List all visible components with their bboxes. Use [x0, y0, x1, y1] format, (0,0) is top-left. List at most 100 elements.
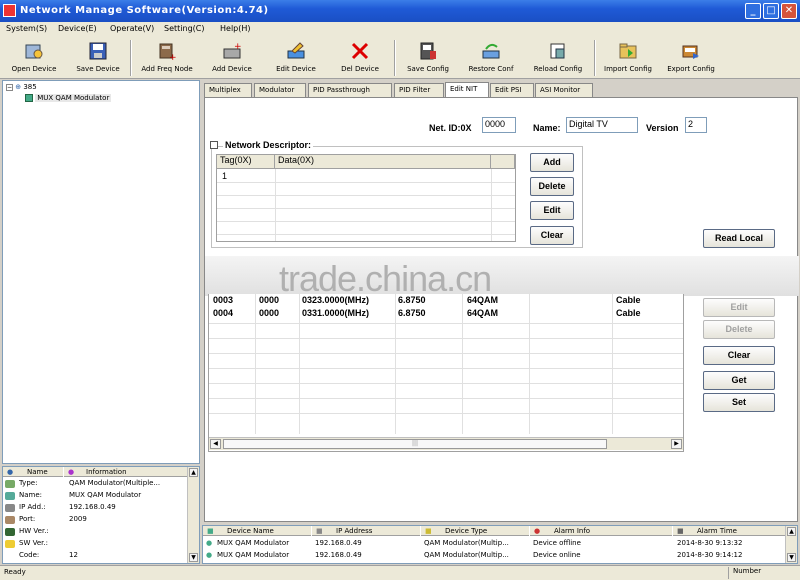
menu-setting[interactable]: Setting(C): [164, 24, 204, 33]
descriptor-clear-button[interactable]: Clear: [530, 226, 574, 245]
edit-device-icon: [286, 41, 306, 61]
close-button[interactable]: ✕: [781, 3, 797, 19]
grid-line: [217, 195, 515, 196]
table-row[interactable]: 0003 0000 0323.0000(MHz) 6.8750 64QAM Ca…: [209, 294, 683, 307]
scroll-down-icon[interactable]: ▼: [787, 553, 796, 562]
log-scrollbar[interactable]: ▲ ▼: [785, 526, 797, 563]
descriptor-edit-button[interactable]: Edit: [530, 201, 574, 220]
save-device-button[interactable]: Save Device: [72, 39, 124, 77]
save-config-button[interactable]: Save Config: [400, 39, 456, 77]
grid-line: [209, 398, 683, 399]
tab-modulator[interactable]: Modulator: [254, 83, 306, 97]
tab-edit-nit[interactable]: Edit NIT: [445, 82, 489, 98]
scroll-down-icon[interactable]: ▼: [189, 553, 198, 562]
tab-asi-monitor[interactable]: ASI Monitor: [535, 83, 593, 97]
descriptor-add-button[interactable]: Add: [530, 153, 574, 172]
log-row[interactable]: ● MUX QAM Modulator 192.168.0.49 QAM Mod…: [203, 551, 785, 563]
menu-device[interactable]: Device(E): [58, 24, 97, 33]
set-button[interactable]: Set: [703, 393, 775, 412]
tree-item-mux-qam-modulator[interactable]: MUX QAM Modulator: [25, 94, 112, 102]
del-device-button[interactable]: Del Device: [334, 39, 386, 77]
name-input[interactable]: Digital TV: [566, 117, 638, 133]
grid-line: [275, 169, 276, 241]
descriptor-header-tag[interactable]: Tag(0X): [217, 155, 275, 169]
net-id-input[interactable]: 0000: [482, 117, 516, 133]
scroll-thumb[interactable]: |||: [223, 439, 607, 449]
info-header-name[interactable]: ● Name: [3, 467, 63, 477]
scroll-left-icon[interactable]: ◀: [210, 439, 221, 449]
sw-icon: [5, 540, 15, 548]
ip-header-icon: ■: [316, 527, 323, 535]
ts-delete-button[interactable]: Delete: [703, 320, 775, 339]
add-device-button[interactable]: + Add Device: [206, 39, 258, 77]
scroll-up-icon[interactable]: ▲: [189, 468, 198, 477]
open-device-button[interactable]: Open Device: [6, 39, 62, 77]
info-scrollbar[interactable]: ▲ ▼: [187, 467, 199, 563]
log-header-alarm-time[interactable]: ■ Alarm Time: [673, 526, 785, 536]
scroll-right-icon[interactable]: ▶: [671, 439, 682, 449]
ts-edit-button[interactable]: Edit: [703, 298, 775, 317]
tree-root-item[interactable]: − ⊕ 385: [6, 83, 37, 91]
tab-edit-psi[interactable]: Edit PSI: [490, 83, 534, 97]
descriptor-cell-tag[interactable]: 1: [222, 171, 227, 181]
network-descriptor-checkbox[interactable]: [210, 141, 218, 149]
reload-config-button[interactable]: Reload Config: [526, 39, 590, 77]
grid-line: [209, 323, 683, 324]
device-icon: ■: [207, 527, 214, 535]
tab-multiplex[interactable]: Multiplex: [204, 83, 252, 97]
grid-line: [209, 353, 683, 354]
status-text: Ready: [4, 568, 26, 576]
log-header-device-name[interactable]: ■ Device Name: [203, 526, 311, 536]
scroll-up-icon[interactable]: ▲: [787, 527, 796, 536]
toolbar-separator: [594, 40, 596, 76]
descriptor-table: Tag(0X) Data(0X) 1: [216, 154, 516, 242]
restore-conf-icon: [481, 41, 501, 61]
menu-bar: System(S) Device(E) Operate(V) Setting(C…: [0, 22, 800, 37]
minimize-button[interactable]: _: [745, 3, 761, 19]
log-header-alarm-info[interactable]: ● Alarm Info: [530, 526, 672, 536]
toolbar-separator: [394, 40, 396, 76]
grid-line: [209, 383, 683, 384]
restore-conf-button[interactable]: Restore Conf: [462, 39, 520, 77]
ts-clear-button[interactable]: Clear: [703, 346, 775, 365]
maximize-button[interactable]: □: [763, 3, 779, 19]
descriptor-delete-button[interactable]: Delete: [530, 177, 574, 196]
log-row[interactable]: ● MUX QAM Modulator 192.168.0.49 QAM Mod…: [203, 539, 785, 551]
device-node-icon: [25, 94, 33, 102]
get-button[interactable]: Get: [703, 371, 775, 390]
info-header-information[interactable]: ● Information: [64, 467, 188, 477]
descriptor-header-data[interactable]: Data(0X): [275, 155, 491, 169]
log-device-icon: ●: [206, 551, 213, 559]
log-header-ip-address[interactable]: ■ IP Address: [312, 526, 420, 536]
grid-line: [491, 169, 492, 241]
open-device-icon: [24, 41, 44, 61]
export-config-button[interactable]: Export Config: [662, 39, 720, 77]
tab-pid-filter[interactable]: PID Filter: [394, 83, 444, 97]
app-icon: [3, 4, 16, 17]
info-header-icon: ●: [68, 468, 75, 476]
read-local-button[interactable]: Read Local: [703, 229, 775, 248]
descriptor-header-blank: [491, 155, 515, 169]
version-label: Version: [646, 123, 679, 133]
status-bar: Ready Number: [0, 565, 800, 580]
edit-device-button[interactable]: Edit Device: [268, 39, 324, 77]
window-title: Network Manage Software(Version:4.74): [20, 5, 269, 16]
grid-line: [209, 368, 683, 369]
import-config-button[interactable]: Import Config: [598, 39, 658, 77]
tab-pid-passthrough[interactable]: PID Passthrough: [308, 83, 392, 97]
toolbar-separator: [130, 40, 132, 76]
menu-system[interactable]: System(S): [6, 24, 47, 33]
grid-line: [209, 413, 683, 414]
log-header-device-type[interactable]: ■ Device Type: [421, 526, 529, 536]
import-config-icon: [618, 41, 638, 61]
version-input[interactable]: 2: [685, 117, 707, 133]
grid-line: [209, 338, 683, 339]
title-bar: Network Manage Software(Version:4.74) _ …: [0, 0, 800, 22]
grid-line: [217, 182, 515, 183]
collapse-icon[interactable]: −: [6, 84, 13, 91]
table-row[interactable]: 0004 0000 0331.0000(MHz) 6.8750 64QAM Ca…: [209, 307, 683, 320]
add-freq-node-button[interactable]: + Add Freq Node: [136, 39, 198, 77]
table-hscrollbar[interactable]: ◀ ||| ▶: [209, 437, 683, 450]
menu-help[interactable]: Help(H): [220, 24, 251, 33]
menu-operate[interactable]: Operate(V): [110, 24, 154, 33]
